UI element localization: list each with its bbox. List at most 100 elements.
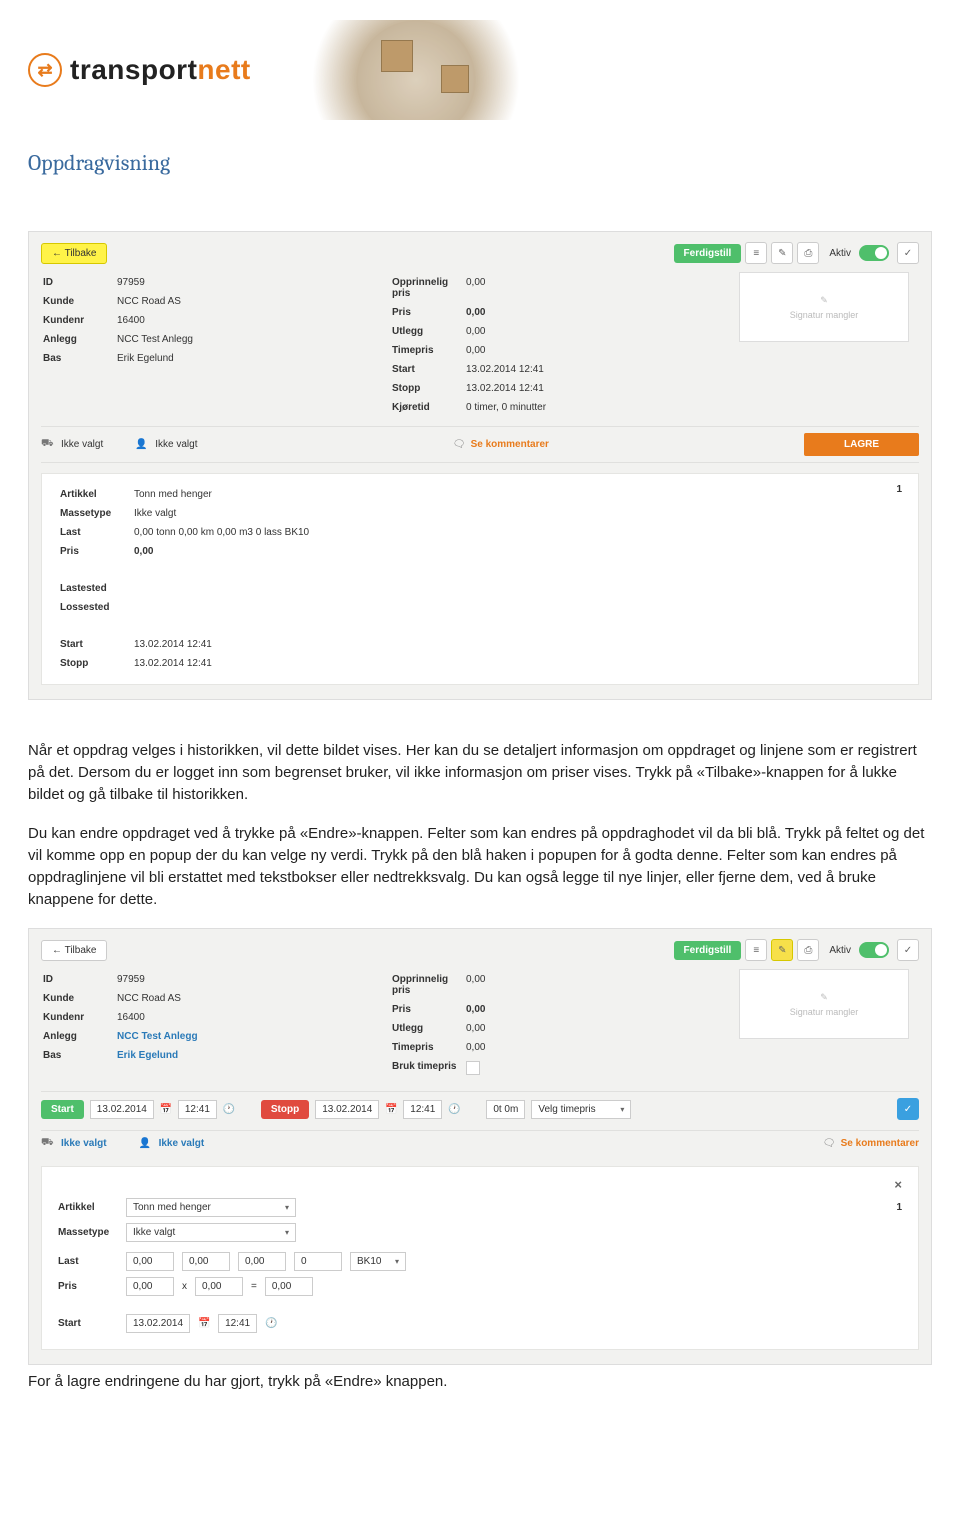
se-kommentarer-link[interactable]: Se kommentarer (471, 439, 549, 450)
signature-box-2[interactable]: ✎ Signatur mangler (739, 969, 909, 1039)
lbl-kjoretid: Kjøretid (392, 399, 464, 416)
bas-editable[interactable]: Erik Egelund (117, 1047, 374, 1064)
close-icon[interactable]: × (894, 1177, 902, 1192)
last-input-4[interactable]: 0 (294, 1252, 342, 1271)
lbl-artikkel: Artikkel (60, 486, 132, 503)
bruk-timepris-checkbox[interactable] (466, 1061, 480, 1075)
print-icon-2[interactable]: ⎙ (797, 939, 819, 961)
start-date-input[interactable]: 13.02.2014 (90, 1100, 154, 1119)
artikkel-dropdown[interactable]: Tonn med henger▾ (126, 1198, 296, 1217)
stopp-time-input[interactable]: 12:41 (403, 1100, 442, 1119)
se-kommentarer-link-2[interactable]: Se kommentarer (841, 1138, 919, 1149)
stopp-date-input[interactable]: 13.02.2014 (315, 1100, 379, 1119)
massetype-dropdown[interactable]: Ikke valgt▾ (126, 1223, 296, 1242)
val-kundenr: 16400 (117, 312, 374, 329)
list-icon-2[interactable]: ≡ (745, 939, 767, 961)
truck-value-editable[interactable]: Ikke valgt (61, 1138, 107, 1149)
footer-paragraph: For å lagre endringene du har gjort, try… (28, 1373, 932, 1402)
line-count: 1 (896, 484, 902, 495)
comment-icon: 🗨 (453, 439, 465, 450)
val-stopp-line: 13.02.2014 12:41 (134, 655, 317, 672)
bk-dropdown[interactable]: BK10▾ (350, 1252, 406, 1271)
lbl-lossested: Lossested (60, 599, 132, 616)
last-input-1[interactable]: 0,00 (126, 1252, 174, 1271)
edit-icon-2[interactable]: ✎ (771, 939, 793, 961)
ferdigstill-button[interactable]: Ferdigstill (674, 244, 742, 263)
last-input-2[interactable]: 0,00 (182, 1252, 230, 1271)
val-id: 97959 (117, 274, 374, 291)
back-button[interactable]: ← Tilbake (41, 243, 107, 264)
line-start-date[interactable]: 13.02.2014 (126, 1314, 190, 1333)
ferdigstill-button-2[interactable]: Ferdigstill (674, 941, 742, 960)
last-input-3[interactable]: 0,00 (238, 1252, 286, 1271)
start-time-input[interactable]: 12:41 (178, 1100, 217, 1119)
aktiv-toggle[interactable] (859, 245, 889, 261)
list-icon[interactable]: ≡ (745, 242, 767, 264)
val-anlegg: NCC Test Anlegg (117, 331, 374, 348)
detail-card: 1 ArtikkelTonn med henger MassetypeIkke … (41, 473, 919, 685)
chevron-down-icon: ▾ (285, 1228, 289, 1237)
screenshot-edit-mode: ← Tilbake Ferdigstill ≡ ✎ ⎙ Aktiv ✓ ID97… (28, 928, 932, 1365)
val-opprinnelig-pris: 0,00 (466, 274, 723, 302)
lbl-kundenr: Kundenr (43, 312, 115, 329)
pris-input-2THIS[interactable]: 0,00 (195, 1277, 243, 1296)
mid-row: ⛟ Ikke valgt 👤 Ikke valgt 🗨 Se kommentar… (41, 426, 919, 463)
mid-row-2: ⛟ Ikke valgt 👤 Ikke valgt 🗨 Se kommentar… (41, 1130, 919, 1156)
page-title: Oppdragvisning (28, 150, 932, 176)
val-kunde: NCC Road AS (117, 293, 374, 310)
val-start-line: 13.02.2014 12:41 (134, 636, 317, 653)
chevron-down-icon: ▾ (285, 1203, 289, 1212)
pris-input-1[interactable]: 0,00 (126, 1277, 174, 1296)
document-header: ⇄ transportnett (28, 20, 932, 120)
paragraph-1: Når et oppdrag velges i historikken, vil… (28, 740, 932, 805)
paragraph-2: Du kan endre oppdraget ved å trykke på «… (28, 823, 932, 910)
val-massetype: Ikke valgt (134, 505, 317, 522)
chevron-down-icon: ▾ (395, 1257, 399, 1266)
velg-timepris-dropdown[interactable]: Velg timepris▾ (531, 1100, 631, 1119)
val-kjoretid: 0 timer, 0 minutter (466, 399, 723, 416)
aktiv-toggle-2[interactable] (859, 942, 889, 958)
person-value: Ikke valgt (155, 439, 197, 450)
logo-text: transportnett (70, 54, 251, 86)
chevron-down-icon: ▾ (620, 1105, 624, 1114)
lagre-button[interactable]: LAGRE (804, 433, 919, 456)
signature-box[interactable]: ✎ Signatur mangler (739, 272, 909, 342)
edit-icon[interactable]: ✎ (771, 242, 793, 264)
info-grid: ID97959 KundeNCC Road AS Kundenr16400 An… (41, 272, 919, 418)
clock-icon-3[interactable]: 🕐 (265, 1318, 277, 1329)
line-count-2: 1 (896, 1202, 902, 1213)
confirm-check-button[interactable]: ✓ (897, 1098, 919, 1120)
screenshot-view-mode: ← Tilbake Ferdigstill ≡ ✎ ⎙ Aktiv ✓ ID97… (28, 231, 932, 700)
truck-icon-2: ⛟ (41, 1137, 53, 1150)
val-lossested (134, 599, 317, 616)
lbl-utlegg: Utlegg (392, 323, 464, 340)
lbl-bas: Bas (43, 350, 115, 367)
topbar: ← Tilbake Ferdigstill ≡ ✎ ⎙ Aktiv ✓ (41, 242, 919, 264)
date-bar: Start 13.02.2014 📅 12:41 🕐 Stopp 13.02.2… (41, 1091, 919, 1126)
op-x: x (182, 1281, 187, 1292)
person-value-editable[interactable]: Ikke valgt (159, 1138, 205, 1149)
pencil-icon-2: ✎ (820, 992, 828, 1003)
check-icon-2[interactable]: ✓ (897, 939, 919, 961)
start-badge: Start (41, 1100, 84, 1119)
calendar-icon-3[interactable]: 📅 (198, 1318, 210, 1329)
clock-icon[interactable]: 🕐 (223, 1104, 235, 1115)
clock-icon-2[interactable]: 🕐 (448, 1104, 460, 1115)
pris-input-3[interactable]: 0,00 (265, 1277, 313, 1296)
aktiv-label: Aktiv (829, 248, 851, 259)
lbl-start: Start (392, 361, 464, 378)
calendar-icon-2[interactable]: 📅 (385, 1104, 397, 1115)
lbl-start-line: Start (60, 636, 132, 653)
check-icon[interactable]: ✓ (897, 242, 919, 264)
lbl-pris: Pris (392, 304, 464, 321)
val-bas: Erik Egelund (117, 350, 374, 367)
lbl-massetype: Massetype (60, 505, 132, 522)
lbl-opprinnelig-pris: Opprinnelig pris (392, 274, 464, 302)
calendar-icon[interactable]: 📅 (160, 1104, 172, 1115)
back-button-2[interactable]: ← Tilbake (41, 940, 107, 961)
anlegg-editable[interactable]: NCC Test Anlegg (117, 1028, 374, 1045)
print-icon[interactable]: ⎙ (797, 242, 819, 264)
comment-icon-2: 🗨 (823, 1138, 835, 1149)
line-start-time[interactable]: 12:41 (218, 1314, 257, 1333)
person-icon: 👤 (135, 439, 147, 450)
